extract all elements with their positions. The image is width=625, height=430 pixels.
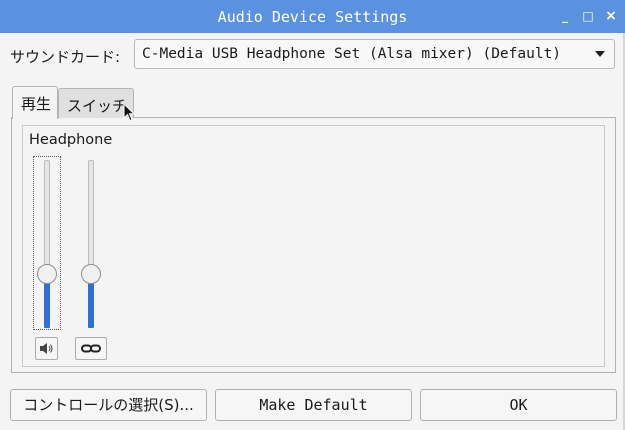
make-default-button[interactable]: Make Default [215,389,412,421]
maximize-button[interactable]: □ [580,7,596,25]
speaker-icon [40,343,53,354]
ok-button[interactable]: OK [420,389,617,421]
headphone-label: Headphone [29,132,113,148]
sound-card-value: C-Media USB Headphone Set (Alsa mixer) (… [142,46,562,62]
lock-channels-button[interactable] [75,337,107,360]
mute-toggle-button[interactable] [35,337,58,360]
chevron-down-icon [595,51,605,57]
tab-playback[interactable]: 再生 [12,86,58,119]
window-title: Audio Device Settings [217,8,408,26]
slider-handle[interactable] [37,264,57,284]
sound-card-label: サウンドカード: [10,48,121,66]
tab-switches-label: スイッチ [67,97,128,115]
close-button[interactable]: × [603,7,619,25]
select-controls-button[interactable]: コントロールの選択(S)... [10,389,207,421]
slider-handle[interactable] [81,264,101,284]
playback-frame [22,125,605,367]
left-volume-slider[interactable] [37,160,57,328]
mouse-pointer-icon [123,103,136,122]
tab-playback-label: 再生 [21,95,52,113]
minimize-button[interactable]: _ [557,7,573,25]
title-bar[interactable]: Audio Device Settings _ □ × [0,0,625,33]
right-volume-slider[interactable] [81,160,101,328]
chain-link-icon [81,344,101,353]
sound-card-select[interactable]: C-Media USB Headphone Set (Alsa mixer) (… [134,39,615,69]
